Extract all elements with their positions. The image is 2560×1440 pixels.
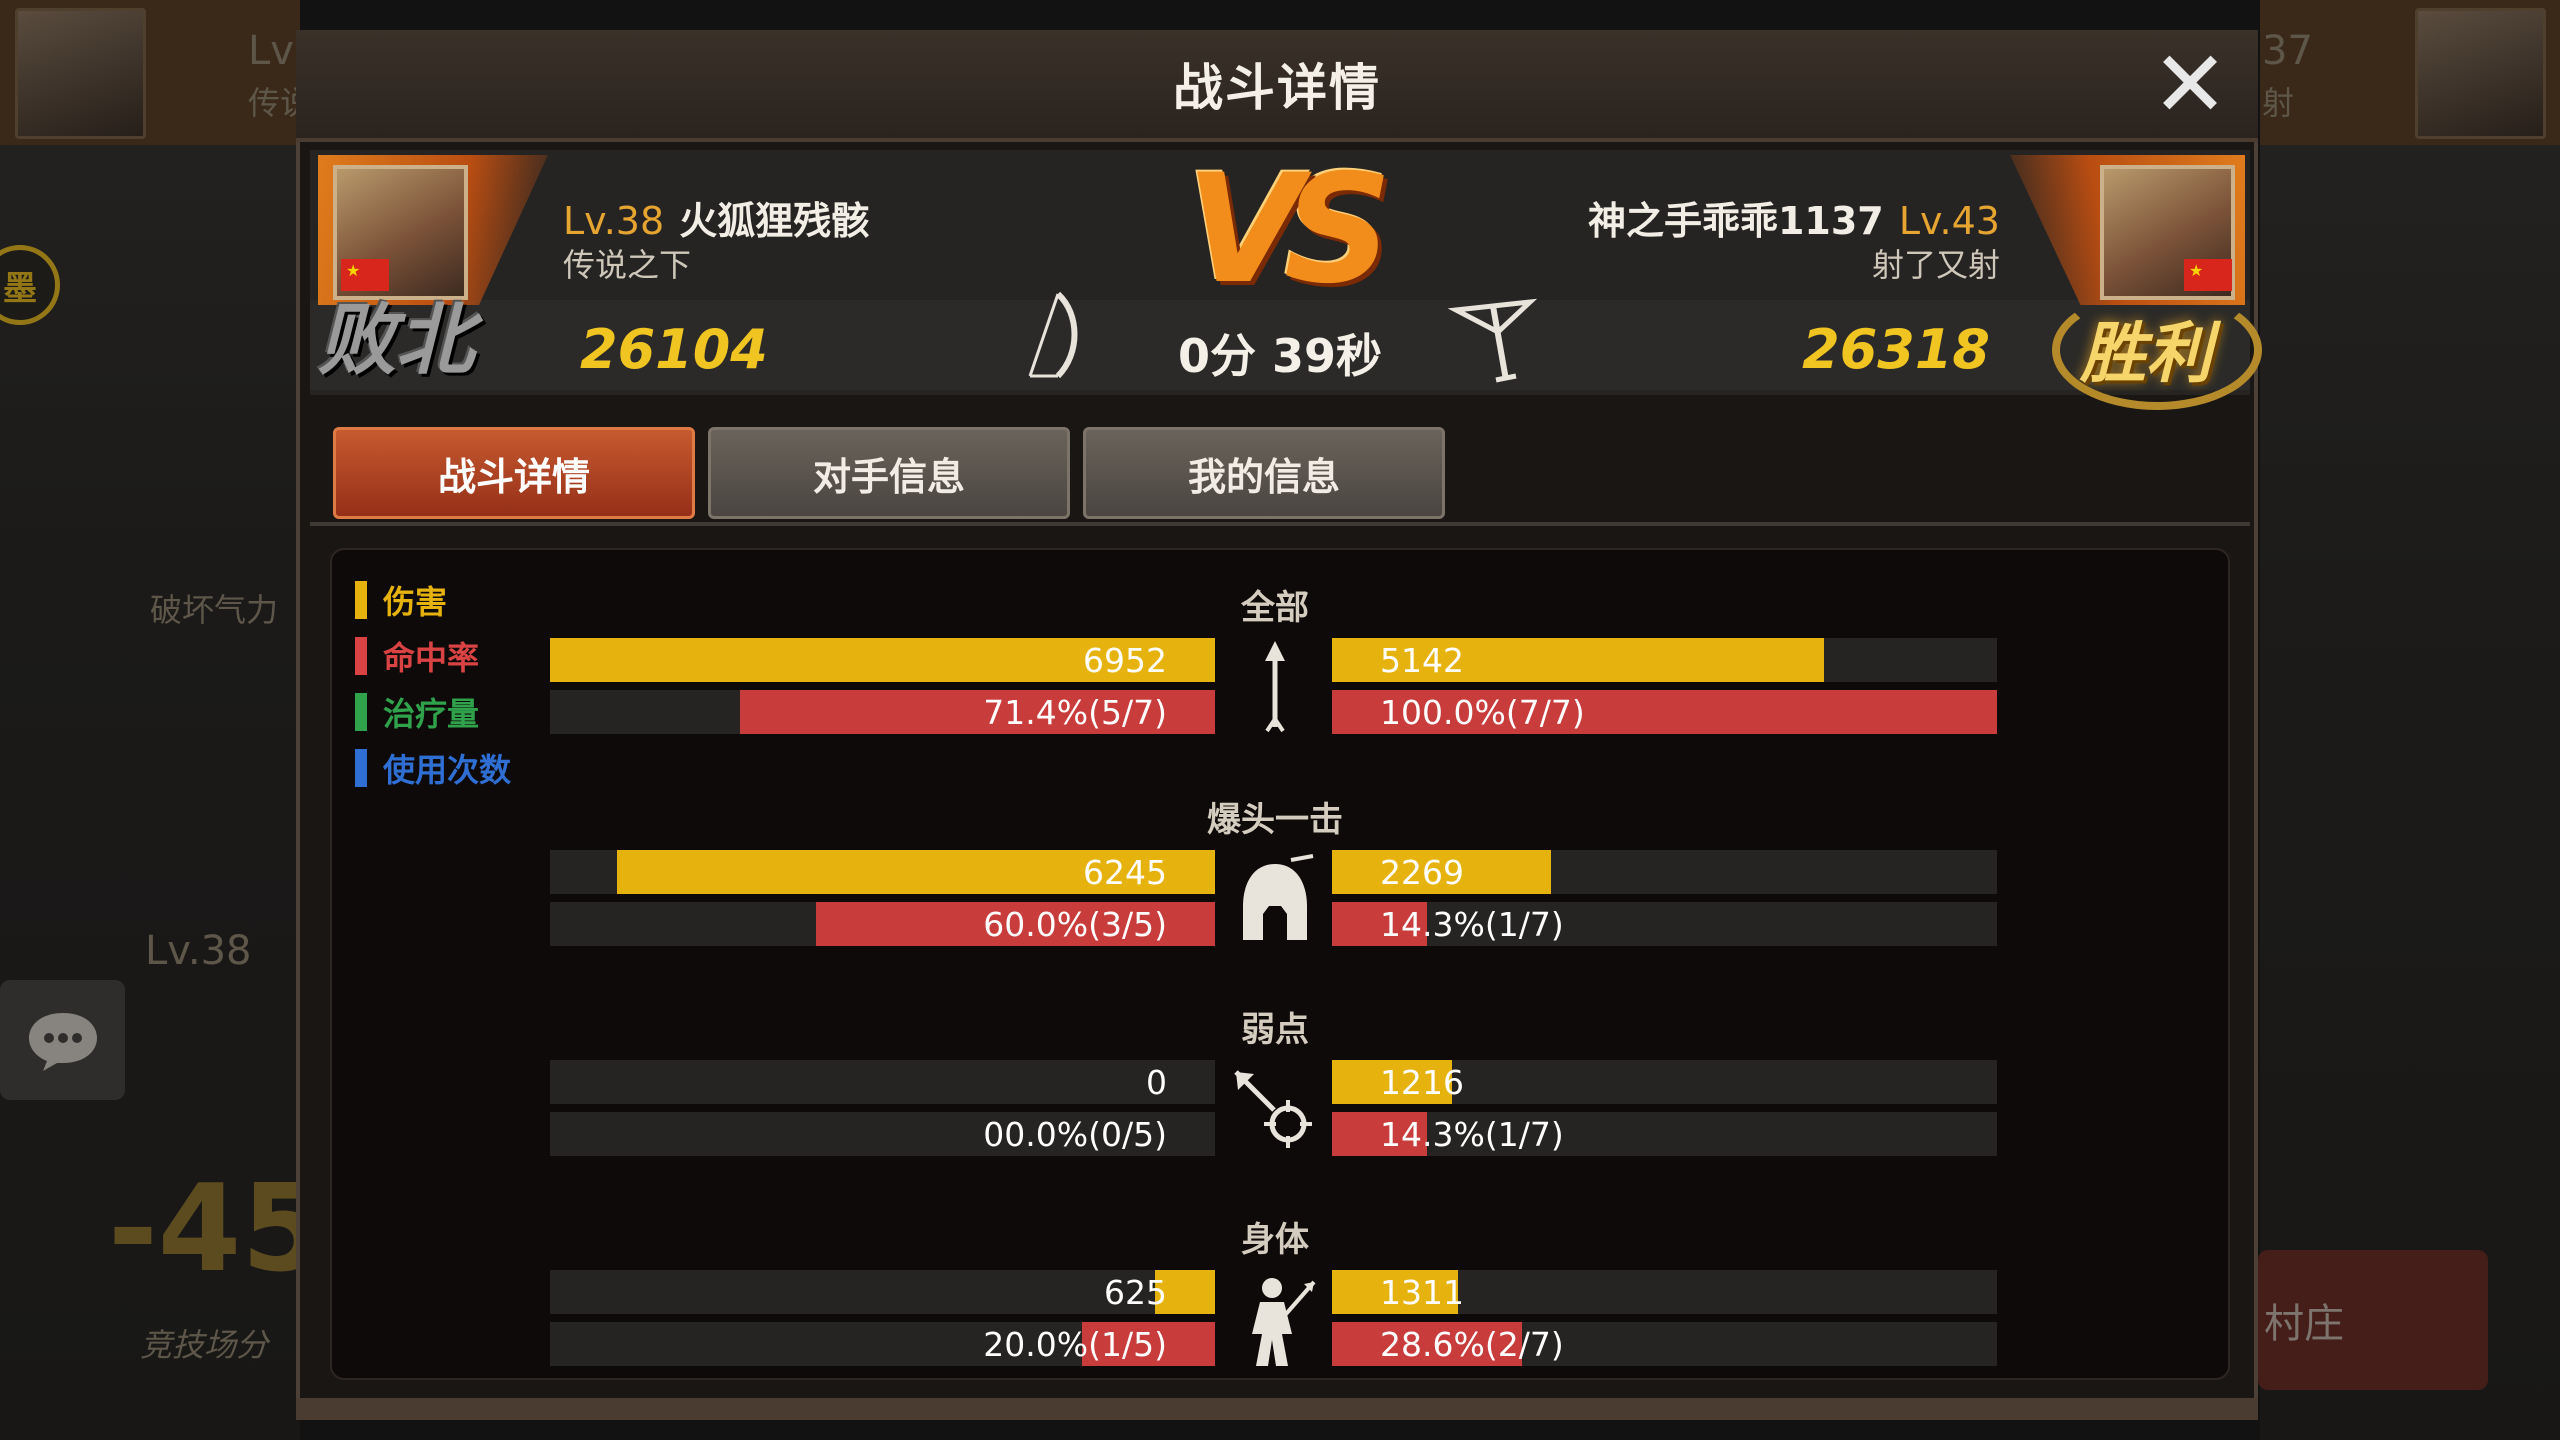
legend-hit-rate-label: 命中率 bbox=[383, 639, 480, 677]
right-player-title: 射了又射 bbox=[1871, 246, 2000, 284]
left-player-name: 火狐狸残骸 bbox=[679, 199, 870, 243]
tab-opponent-info[interactable]: 对手信息 bbox=[708, 427, 1070, 519]
battle-duration: 0分 39秒 bbox=[1177, 329, 1383, 383]
section-title: 身体 bbox=[1241, 1220, 1309, 1260]
right-hit-bar: 14.3%(1/7) bbox=[1332, 902, 1997, 946]
legend-healing-swatch bbox=[355, 693, 367, 731]
left-hit-value: 00.0%(0/5) bbox=[983, 1114, 1167, 1154]
right-player-score: 26318 bbox=[1802, 318, 1990, 381]
left-player-title: 传说之下 bbox=[563, 246, 692, 284]
left-damage-bar: 6952 bbox=[550, 638, 1215, 682]
left-damage-bar: 0 bbox=[550, 1060, 1215, 1104]
left-damage-bar: 625 bbox=[550, 1270, 1215, 1314]
right-hit-value: 100.0%(7/7) bbox=[1380, 692, 1585, 732]
close-button[interactable]: ✕ bbox=[2145, 31, 2235, 138]
section-title: 爆头一击 bbox=[1207, 800, 1343, 840]
right-player-flag bbox=[2184, 259, 2232, 291]
left-damage-value: 6952 bbox=[1083, 640, 1167, 680]
right-hit-bar: 100.0%(7/7) bbox=[1332, 690, 1997, 734]
crosshair-arrow-icon bbox=[1225, 1056, 1325, 1166]
tabs-divider bbox=[310, 522, 2250, 526]
right-player-result: 胜利 bbox=[2080, 315, 2212, 392]
right-player-info: 神之手乖乖1137 Lv.43 bbox=[1460, 190, 2000, 245]
legend-usage-count: 使用次数 bbox=[355, 748, 512, 789]
left-hit-value: 71.4%(5/7) bbox=[983, 692, 1167, 732]
right-damage-bar: 1216 bbox=[1332, 1060, 1997, 1104]
legend-usage-count-swatch bbox=[355, 749, 367, 787]
left-player-info: Lv.38 火狐狸残骸 bbox=[563, 190, 869, 245]
left-hit-bar: 00.0%(0/5) bbox=[550, 1112, 1215, 1156]
section-title: 弱点 bbox=[1241, 1010, 1309, 1050]
left-hit-value: 20.0%(1/5) bbox=[983, 1324, 1167, 1364]
legend-hit-rate-swatch bbox=[355, 637, 367, 675]
right-hit-bar: 14.3%(1/7) bbox=[1332, 1112, 1997, 1156]
left-hit-bar: 60.0%(3/5) bbox=[550, 902, 1215, 946]
close-icon: ✕ bbox=[2151, 31, 2229, 138]
left-damage-value: 6245 bbox=[1083, 852, 1167, 892]
right-damage-value: 5142 bbox=[1380, 640, 1464, 680]
right-damage-value: 1311 bbox=[1380, 1272, 1464, 1312]
legend-hit-rate: 命中率 bbox=[355, 636, 480, 677]
right-player-level: Lv.43 bbox=[1898, 199, 2000, 243]
legend-healing: 治疗量 bbox=[355, 692, 480, 733]
helmet-icon bbox=[1225, 846, 1325, 956]
left-hit-bar: 20.0%(1/5) bbox=[550, 1322, 1215, 1366]
legend-healing-label: 治疗量 bbox=[383, 695, 480, 733]
dialog-titlebar: 战斗详情 bbox=[296, 30, 2258, 142]
right-hit-value: 14.3%(1/7) bbox=[1380, 904, 1564, 944]
legend-usage-count-label: 使用次数 bbox=[383, 751, 512, 789]
tab-battle-details[interactable]: 战斗详情 bbox=[333, 427, 695, 519]
left-damage-value: 625 bbox=[1104, 1272, 1167, 1312]
left-player-level: Lv.38 bbox=[563, 199, 665, 243]
right-damage-value: 2269 bbox=[1380, 852, 1464, 892]
right-hit-value: 28.6%(2/7) bbox=[1380, 1324, 1564, 1364]
right-damage-bar: 2269 bbox=[1332, 850, 1997, 894]
right-hit-value: 14.3%(1/7) bbox=[1380, 1114, 1564, 1154]
vs-emblem: VS bbox=[1185, 143, 1392, 317]
left-damage-value: 0 bbox=[1146, 1062, 1167, 1102]
left-hit-bar: 71.4%(5/7) bbox=[550, 690, 1215, 734]
right-player-name: 神之手乖乖1137 bbox=[1587, 199, 1884, 243]
left-hit-value: 60.0%(3/5) bbox=[983, 904, 1167, 944]
right-player-avatar[interactable] bbox=[2100, 165, 2235, 300]
section-title: 全部 bbox=[1241, 588, 1309, 628]
legend-damage: 伤害 bbox=[355, 580, 448, 621]
left-damage-bar: 6245 bbox=[550, 850, 1215, 894]
arrow-icon bbox=[1225, 634, 1325, 744]
dialog-bottom-edge bbox=[296, 1398, 2258, 1420]
body-icon bbox=[1225, 1266, 1325, 1376]
right-damage-value: 1216 bbox=[1380, 1062, 1464, 1102]
left-player-result: 败北 bbox=[318, 296, 475, 386]
legend-damage-label: 伤害 bbox=[383, 583, 448, 621]
right-hit-bar: 28.6%(2/7) bbox=[1332, 1322, 1997, 1366]
right-damage-bar: 5142 bbox=[1332, 638, 1997, 682]
dialog-title: 战斗详情 bbox=[1173, 59, 1381, 117]
crossbow-icon bbox=[1447, 292, 1538, 387]
right-damage-bar: 1311 bbox=[1332, 1270, 1997, 1314]
left-player-score: 26104 bbox=[580, 318, 768, 381]
bow-icon bbox=[1010, 290, 1090, 380]
tab-my-info[interactable]: 我的信息 bbox=[1083, 427, 1445, 519]
legend-damage-swatch bbox=[355, 581, 367, 619]
